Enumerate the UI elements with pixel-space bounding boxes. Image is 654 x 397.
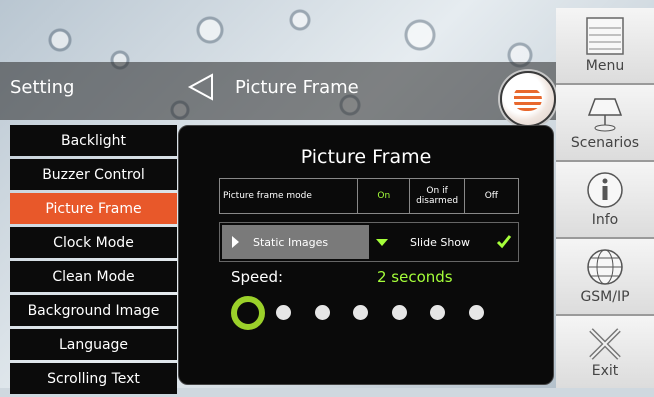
mode-label: Picture frame mode	[223, 191, 312, 201]
mode-option-off[interactable]: Off	[463, 179, 518, 213]
gsm-ip-button-label: GSM/IP	[580, 289, 630, 305]
globe-icon	[587, 249, 623, 285]
scenarios-button[interactable]: Scenarios	[556, 85, 654, 162]
dropdown-arrow-icon	[376, 238, 388, 246]
section-title: Setting	[10, 77, 75, 98]
speed-selector[interactable]	[231, 294, 511, 332]
exit-button[interactable]: Exit	[556, 316, 654, 388]
info-icon	[587, 172, 623, 208]
scenarios-icon	[587, 98, 623, 132]
speed-level-1[interactable]	[231, 296, 265, 330]
speed-level-2[interactable]	[276, 305, 291, 320]
scenarios-button-label: Scenarios	[570, 135, 640, 151]
mode-option-on-if-disarmed[interactable]: On if disarmed	[409, 179, 463, 213]
sidebar-item-buzzer-control[interactable]: Buzzer Control	[10, 159, 177, 190]
menu-icon	[586, 17, 624, 55]
sidebar-item-language[interactable]: Language	[10, 329, 177, 360]
speed-level-5[interactable]	[392, 305, 407, 320]
speed-label: Speed:	[231, 268, 284, 286]
sidebar: Backlight Buzzer Control Picture Frame C…	[10, 125, 177, 397]
info-button-label: Info	[591, 212, 619, 228]
play-arrow-icon	[232, 236, 239, 248]
menu-button-label: Menu	[585, 58, 625, 74]
settings-panel: Picture Frame Picture frame mode On On i…	[178, 125, 554, 385]
logo-stripes	[514, 87, 542, 111]
back-arrow-icon[interactable]	[184, 72, 218, 102]
speed-level-3[interactable]	[315, 305, 330, 320]
sidebar-item-backlight[interactable]: Backlight	[10, 125, 177, 156]
mode-option-on[interactable]: On	[357, 179, 409, 213]
speed-level-7[interactable]	[469, 305, 484, 320]
slide-show-label: Slide Show	[410, 235, 471, 249]
sidebar-item-clock-mode[interactable]: Clock Mode	[10, 227, 177, 258]
panel-title: Picture Frame	[300, 146, 432, 168]
speed-value: 2 seconds	[377, 268, 453, 286]
exit-button-label: Exit	[591, 363, 619, 379]
sidebar-item-background-image[interactable]: Background Image	[10, 295, 177, 326]
sidebar-item-clean-mode[interactable]: Clean Mode	[10, 261, 177, 292]
page-title: Picture Frame	[235, 77, 359, 98]
picture-frame-mode-row: Picture frame mode On On if disarmed Off	[219, 178, 519, 214]
static-images-button[interactable]: Static Images	[222, 225, 369, 259]
slide-show-option[interactable]: Slide Show	[376, 225, 516, 259]
info-button[interactable]: Info	[556, 162, 654, 239]
static-images-label: Static Images	[253, 235, 329, 249]
exit-icon	[589, 328, 621, 360]
gsm-ip-button[interactable]: GSM/IP	[556, 239, 654, 316]
menu-button[interactable]: Menu	[556, 8, 654, 85]
sidebar-item-scrolling-text[interactable]: Scrolling Text	[10, 363, 177, 394]
speed-level-6[interactable]	[430, 305, 445, 320]
image-source-row: Static Images Slide Show	[219, 222, 519, 262]
brand-logo	[500, 71, 556, 127]
sidebar-item-picture-frame[interactable]: Picture Frame	[10, 193, 177, 224]
right-menu: Menu Scenarios Info GSM/IP Exit	[556, 0, 654, 388]
speed-level-4[interactable]	[353, 305, 368, 320]
checkmark-icon	[496, 235, 512, 249]
